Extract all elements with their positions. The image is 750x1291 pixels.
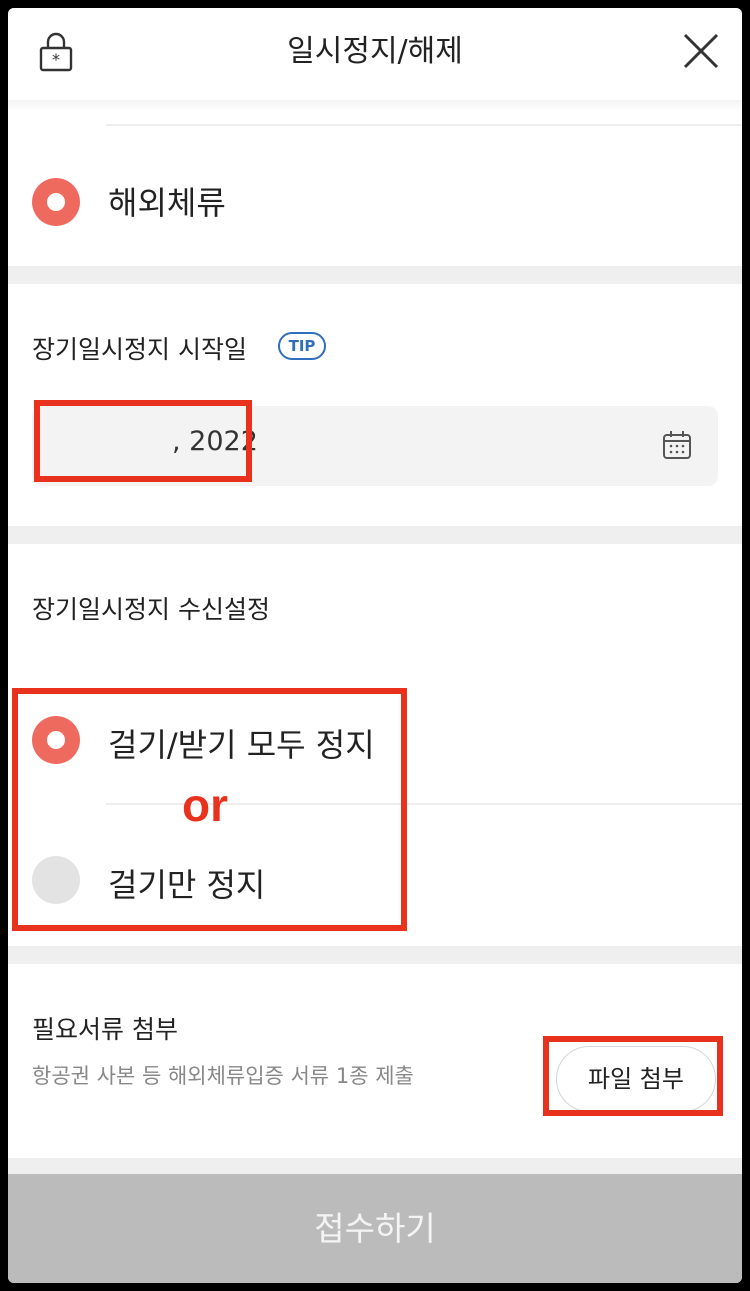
pause-dialog: * 일시정지/해제 해외체류 장기일시정지 시작일 TIP , 2022 장기일… — [8, 8, 742, 1283]
documents-title: 필요서류 첨부 — [32, 1015, 178, 1044]
header: * 일시정지/해제 — [8, 8, 742, 98]
divider — [106, 124, 742, 126]
calendar-icon[interactable] — [662, 430, 692, 460]
section-gap — [8, 946, 742, 964]
submit-button[interactable]: 접수하기 — [8, 1174, 742, 1283]
section-gap — [8, 266, 742, 284]
highlight-box-attach — [543, 1036, 723, 1116]
start-date-label: 장기일시정지 시작일 — [32, 335, 247, 364]
section-gap — [8, 1158, 742, 1174]
radio-overseas-stay[interactable] — [32, 178, 80, 226]
documents-description: 항공권 사본 등 해외체류입증 서류 1종 제출 — [32, 1064, 414, 1088]
close-icon[interactable] — [680, 30, 722, 72]
reception-settings-label: 장기일시정지 수신설정 — [32, 595, 270, 624]
page-title: 일시정지/해제 — [287, 34, 463, 69]
highlight-box-date — [34, 400, 252, 482]
section-gap — [8, 526, 742, 544]
header-divider — [8, 100, 742, 112]
highlight-box-options — [12, 688, 407, 931]
radio-label-overseas-stay: 해외체류 — [108, 184, 226, 222]
tip-badge[interactable]: TIP — [278, 332, 326, 360]
